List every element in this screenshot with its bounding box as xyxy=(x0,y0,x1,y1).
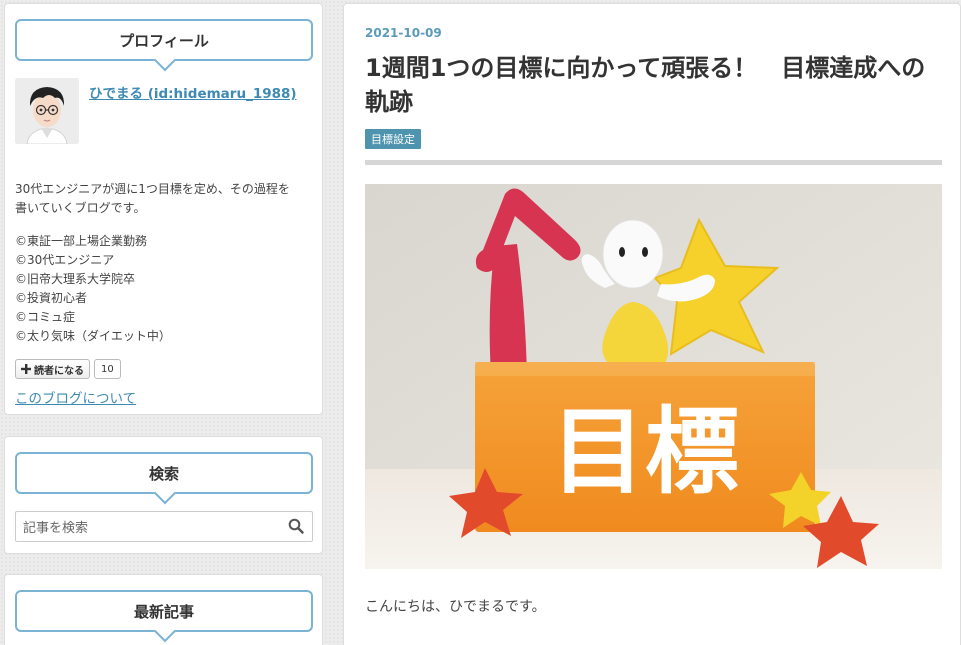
recent-posts-heading: 最新記事 xyxy=(15,590,313,632)
profile-username-link[interactable]: ひでまる (id:hidemaru_1988) xyxy=(89,82,297,102)
search-module: 検索 記事を検索 xyxy=(4,436,323,554)
profile-heading: プロフィール xyxy=(15,19,313,61)
article-greeting: こんにちは、ひでまるです。 xyxy=(365,599,546,615)
profile-description-line: 30代エンジニアが週に1つ目標を定め、その過程を xyxy=(15,182,290,196)
recent-posts-module: 最新記事 xyxy=(4,574,323,645)
search-placeholder: 記事を検索 xyxy=(23,521,89,536)
search-input[interactable]: 記事を検索 xyxy=(15,511,313,542)
profile-fact: ©30代エンジニア xyxy=(15,253,115,267)
avatar[interactable] xyxy=(15,78,79,144)
profile-description: 30代エンジニアが週に1つ目標を定め、その過程を 書いていくブログです。 xyxy=(15,180,290,218)
search-heading: 検索 xyxy=(15,452,313,494)
article-date[interactable]: 2021-10-09 xyxy=(365,26,442,40)
search-icon[interactable] xyxy=(288,518,304,534)
profile-fact: ©旧帝大理系大学院卒 xyxy=(15,272,136,286)
profile-fact: ©太り気味（ダイエット中） xyxy=(15,329,171,343)
subscriber-count: 10 xyxy=(94,359,121,379)
subscribe-widget: 読者になる 10 xyxy=(15,359,121,379)
subscribe-button[interactable]: 読者になる xyxy=(15,359,90,379)
profile-fact: ©コミュ症 xyxy=(15,310,76,324)
profile-fact: ©東証一部上場企業勤務 xyxy=(15,234,148,248)
profile-module: プロフィール ひでまる (id:hidemaru_1988) 30代エンジニアが… xyxy=(4,3,323,415)
profile-fact: ©投資初心者 xyxy=(15,291,88,305)
eyecatch-text: 目標 xyxy=(551,398,739,507)
article-title[interactable]: 1週間1つの目標に向かって頑張る！ 目標達成への軌跡 xyxy=(365,51,945,119)
eyecatch-image: 目標 xyxy=(365,184,942,569)
profile-facts: ©東証一部上場企業勤務 ©30代エンジニア ©旧帝大理系大学院卒 ©投資初心者 … xyxy=(15,232,171,346)
about-blog-link[interactable]: このブログについて xyxy=(15,387,136,407)
article: 2021-10-09 1週間1つの目標に向かって頑張る！ 目標達成への軌跡 目標… xyxy=(343,3,961,645)
category-tag[interactable]: 目標設定 xyxy=(365,129,421,149)
plus-icon xyxy=(21,364,31,374)
subscribe-label: 読者になる xyxy=(34,365,84,377)
profile-description-line: 書いていくブログです。 xyxy=(15,201,146,215)
title-divider xyxy=(365,160,942,165)
